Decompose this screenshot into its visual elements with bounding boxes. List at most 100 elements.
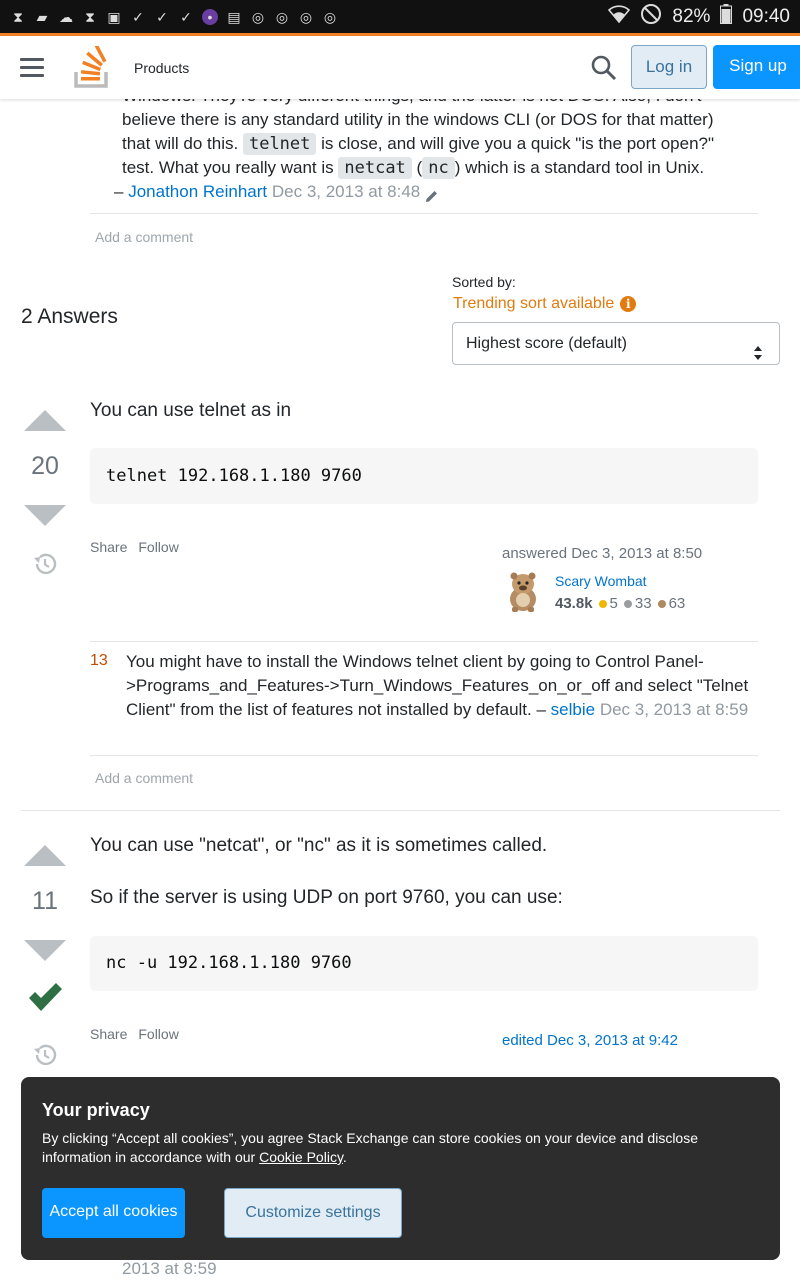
chrome-icon: ◎	[251, 8, 265, 25]
screenshot-icon: ▤	[227, 8, 241, 25]
bronze-count: 63	[668, 595, 686, 612]
history-icon[interactable]	[32, 1042, 58, 1068]
cookie-title: Your privacy	[42, 1100, 150, 1120]
divider	[90, 755, 758, 756]
share-link[interactable]: Share	[90, 539, 127, 555]
comment-date[interactable]: Dec 3, 2013 at 8:59	[600, 700, 748, 719]
post-menu: Share Follow	[90, 1026, 179, 1042]
notification-icons: ⧗ ▰ ☁ ⧗ ▣ ✓ ✓ ✓ • ▤ ◎ ◎ ◎ ◎	[10, 8, 338, 25]
do-not-disturb-icon	[640, 3, 662, 31]
gold-count: 5	[609, 595, 618, 612]
menu-icon[interactable]	[20, 58, 44, 78]
check-icon: ✓	[180, 8, 192, 25]
chrome-icon: ◎	[323, 8, 337, 25]
check-icon: ✓	[156, 8, 168, 25]
edit-pencil-icon[interactable]	[425, 186, 439, 202]
upvote-button[interactable]	[24, 410, 66, 431]
battery-percent: 82%	[672, 5, 711, 27]
add-comment-link[interactable]: Add a comment	[95, 229, 193, 245]
wifi-icon	[608, 4, 631, 30]
answered-date[interactable]: answered Dec 3, 2013 at 8:50	[502, 545, 702, 562]
cookie-text: By clicking “Accept all cookies”, you ag…	[42, 1129, 742, 1167]
gold-badge-icon	[598, 600, 607, 609]
sort-value: Highest score (default)	[466, 335, 627, 352]
inline-code: telnet	[242, 133, 317, 155]
cookie-consent-banner: Your privacy By clicking “Accept all coo…	[21, 1077, 780, 1260]
info-icon[interactable]: i	[620, 296, 637, 312]
sorted-by-label: Sorted by:	[452, 274, 516, 290]
answers-count: 2 Answers	[21, 305, 118, 328]
downvote-button[interactable]	[24, 940, 66, 961]
bronze-badges: 63	[657, 595, 686, 612]
chrome-icon: ◎	[275, 8, 289, 25]
answer-body-line2: So if the server is using UDP on port 97…	[90, 887, 563, 908]
follow-link[interactable]: Follow	[138, 1026, 178, 1042]
silver-badges: 33	[623, 595, 652, 612]
login-button[interactable]: Log in	[631, 45, 707, 89]
hourglass-icon: ⧗	[13, 8, 23, 25]
silver-count: 33	[634, 595, 652, 612]
answer-comment: You might have to install the Windows te…	[126, 650, 751, 722]
answer-body-line1: You can use "netcat", or "nc" as it is s…	[90, 835, 548, 856]
clock: 09:40	[742, 5, 790, 27]
upvote-button[interactable]	[24, 845, 66, 866]
select-arrows-icon	[753, 336, 763, 360]
answer-body: You can use telnet as in	[90, 400, 292, 421]
answer-divider	[21, 810, 780, 811]
silver-badge-icon	[623, 600, 632, 609]
trending-sort-link[interactable]: Trending sort available i	[453, 295, 637, 313]
cookie-policy-link[interactable]: Cookie Policy	[259, 1149, 343, 1165]
cookie-body: By clicking “Accept all cookies”, you ag…	[42, 1130, 699, 1165]
comment-date[interactable]: Dec 3, 2013 at 8:48	[272, 182, 420, 201]
question-comment: Windows. They're very different things, …	[114, 84, 742, 204]
reputation-score: 43.8k	[555, 595, 593, 612]
share-link[interactable]: Share	[90, 1026, 127, 1042]
comment-text: ) which is a standard tool in Unix.	[454, 158, 705, 177]
edited-date-link[interactable]: edited Dec 3, 2013 at 9:42	[502, 1032, 678, 1049]
stackoverflow-logo-icon[interactable]	[73, 44, 111, 88]
cookie-period: .	[342, 1149, 347, 1165]
user-stats: 43.8k 5 33 63	[555, 595, 685, 612]
comment-author-link[interactable]: selbie	[551, 700, 595, 719]
accepted-check-icon	[27, 981, 63, 1013]
hourglass-icon: ⧗	[85, 8, 95, 25]
status-bar: ⧗ ▰ ☁ ⧗ ▣ ✓ ✓ ✓ • ▤ ◎ ◎ ◎ ◎ 82% 09:40	[0, 0, 800, 33]
code-block: nc -u 192.168.1.180 9760	[90, 936, 758, 991]
status-right: 82% 09:40	[608, 3, 790, 31]
image-icon: ▣	[107, 8, 121, 25]
search-icon[interactable]	[590, 54, 618, 82]
avatar[interactable]	[501, 569, 545, 613]
divider	[90, 641, 758, 642]
add-comment-link[interactable]: Add a comment	[95, 770, 193, 786]
inline-code: nc	[422, 157, 455, 179]
products-link[interactable]: Products	[134, 60, 189, 76]
sort-select[interactable]: Highest score (default)	[452, 322, 780, 365]
vote-count: 20	[31, 452, 59, 480]
site-header: Products Log in Sign up	[0, 36, 800, 99]
comment-author-link[interactable]: Jonathon Reinhart	[128, 182, 267, 201]
battery-icon	[720, 3, 733, 30]
accept-cookies-button[interactable]: Accept all cookies	[42, 1188, 185, 1238]
bronze-badge-icon	[657, 600, 666, 609]
follow-link[interactable]: Follow	[138, 539, 178, 555]
check-icon: ✓	[132, 8, 144, 25]
divider	[90, 213, 758, 214]
vote-count: 11	[32, 887, 58, 915]
app-icon: •	[202, 8, 218, 25]
signup-button[interactable]: Sign up	[713, 45, 800, 89]
chrome-icon: ◎	[299, 8, 313, 25]
comment-dash: –	[114, 182, 124, 201]
history-icon[interactable]	[32, 551, 58, 577]
gold-badges: 5	[598, 595, 618, 612]
customize-settings-button[interactable]: Customize settings	[224, 1188, 402, 1238]
post-menu: Share Follow	[90, 539, 179, 555]
comment-score: 13	[90, 652, 108, 669]
message-icon: ▰	[36, 8, 48, 25]
inline-code: netcat	[338, 157, 412, 179]
trending-label[interactable]: Trending sort available	[453, 295, 614, 313]
comment-date-peek: 2013 at 8:59	[122, 1259, 217, 1278]
cloud-icon: ☁	[59, 8, 73, 25]
downvote-button[interactable]	[24, 505, 66, 526]
user-name-link[interactable]: Scary Wombat	[555, 573, 647, 589]
code-block: telnet 192.168.1.180 9760	[90, 448, 758, 504]
